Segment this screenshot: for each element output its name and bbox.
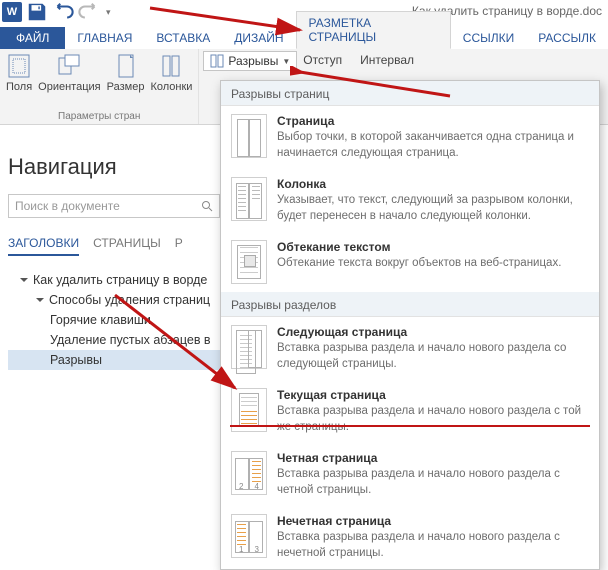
gallery-item-desc: Выбор точки, в которой заканчивается одн… xyxy=(277,130,589,161)
gallery-item-desc: Вставка разрыва раздела и начало нового … xyxy=(277,467,589,498)
columns-button[interactable]: Колонки xyxy=(150,53,192,93)
orientation-button[interactable]: Ориентация xyxy=(38,53,100,93)
icon-number: 1 xyxy=(239,545,243,554)
caret-down-icon xyxy=(20,278,28,282)
gallery-item-title: Четная страница xyxy=(277,451,589,465)
gallery-item-title: Колонка xyxy=(277,177,589,191)
tab-mailings[interactable]: РАССЫЛК xyxy=(526,27,608,49)
navigation-pane: Навигация Поиск в документе ЗАГОЛОВКИ СТ… xyxy=(8,154,220,370)
navigation-title: Навигация xyxy=(8,154,220,180)
gallery-item-next-page[interactable]: Следующая страница Вставка разрыва разде… xyxy=(221,317,599,380)
gallery-item-desc: Вставка разрыва раздела и начало нового … xyxy=(277,404,589,435)
gallery-item-odd-page[interactable]: 13 Нечетная страница Вставка разрыва раз… xyxy=(221,506,599,569)
gallery-item-continuous[interactable]: Текущая страница Вставка разрыва раздела… xyxy=(221,380,599,443)
columns-icon xyxy=(158,53,184,79)
gallery-item-title: Текущая страница xyxy=(277,388,589,402)
gallery-item-title: Нечетная страница xyxy=(277,514,589,528)
gallery-item-title: Следующая страница xyxy=(277,325,589,339)
tab-references[interactable]: ССЫЛКИ xyxy=(451,27,526,49)
nav-tab-pages[interactable]: СТРАНИЦЫ xyxy=(93,236,161,256)
icon-number: 3 xyxy=(255,545,259,554)
columns-label: Колонки xyxy=(150,81,192,93)
icon-number: 4 xyxy=(255,482,259,491)
ribbon-tabs: ФАЙЛ ГЛАВНАЯ ВСТАВКА ДИЗАЙН РАЗМЕТКА СТР… xyxy=(0,25,608,49)
continuous-icon xyxy=(231,388,267,432)
text-wrap-icon xyxy=(231,240,267,284)
icon-number: 2 xyxy=(239,482,243,491)
gallery-item-text-wrapping[interactable]: Обтекание текстом Обтекание текста вокру… xyxy=(221,232,599,292)
margins-icon xyxy=(6,53,32,79)
gallery-section-page-breaks: Разрывы страниц xyxy=(221,81,599,106)
tab-insert[interactable]: ВСТАВКА xyxy=(144,27,222,49)
gallery-item-title: Страница xyxy=(277,114,589,128)
spacing-label[interactable]: Интервал xyxy=(360,53,414,67)
search-input[interactable]: Поиск в документе xyxy=(8,194,220,218)
gallery-item-desc: Указывает, что текст, следующий за разры… xyxy=(277,193,589,224)
size-label: Размер xyxy=(107,81,145,93)
next-page-icon xyxy=(231,325,267,369)
search-icon xyxy=(201,200,213,212)
column-break-icon xyxy=(231,177,267,221)
tab-home[interactable]: ГЛАВНАЯ xyxy=(65,27,144,49)
orientation-label: Ориентация xyxy=(38,81,100,93)
odd-page-icon: 13 xyxy=(231,514,267,558)
gallery-item-title: Обтекание текстом xyxy=(277,240,561,254)
tree-item[interactable]: Как удалить страницу в ворде xyxy=(8,270,220,290)
size-icon xyxy=(113,53,139,79)
caret-down-icon xyxy=(36,298,44,302)
breaks-button[interactable]: Разрывы ▼ xyxy=(203,51,297,71)
ribbon-group-page-setup: Поля Ориентация Размер Колонки Параметры… xyxy=(0,49,199,124)
tree-item-label: Способы удаления страниц xyxy=(49,293,210,307)
orientation-icon xyxy=(56,53,82,79)
gallery-item-page[interactable]: Страница Выбор точки, в которой заканчив… xyxy=(221,106,599,169)
redo-icon[interactable] xyxy=(78,1,100,23)
tree-item[interactable]: Горячие клавиши xyxy=(8,310,220,330)
margins-label: Поля xyxy=(6,81,32,93)
breaks-label: Разрывы xyxy=(228,54,278,68)
size-button[interactable]: Размер xyxy=(107,53,145,93)
indent-label[interactable]: Отступ xyxy=(303,53,342,67)
gallery-item-even-page[interactable]: 24 Четная страница Вставка разрыва разде… xyxy=(221,443,599,506)
nav-tabs: ЗАГОЛОВКИ СТРАНИЦЫ Р xyxy=(8,236,220,256)
search-placeholder: Поиск в документе xyxy=(15,199,120,213)
gallery-item-desc: Обтекание текста вокруг объектов на веб-… xyxy=(277,256,561,272)
breaks-icon xyxy=(210,54,224,68)
tree-item-label: Как удалить страницу в ворде xyxy=(33,273,207,287)
heading-tree: Как удалить страницу в ворде Способы уда… xyxy=(8,270,220,370)
gallery-item-column[interactable]: Колонка Указывает, что текст, следующий … xyxy=(221,169,599,232)
qat-customize-icon[interactable]: ▾ xyxy=(104,7,113,18)
tree-item-selected[interactable]: Разрывы xyxy=(8,350,220,370)
quick-access-toolbar: W ▾ xyxy=(0,1,115,23)
save-icon[interactable] xyxy=(26,1,48,23)
tree-item[interactable]: Удаление пустых абзацев в xyxy=(8,330,220,350)
even-page-icon: 24 xyxy=(231,451,267,495)
page-break-icon xyxy=(231,114,267,158)
tab-file[interactable]: ФАЙЛ xyxy=(0,27,65,49)
tree-item[interactable]: Способы удаления страниц xyxy=(8,290,220,310)
margins-button[interactable]: Поля xyxy=(6,53,32,93)
gallery-item-desc: Вставка разрыва раздела и начало нового … xyxy=(277,530,589,561)
gallery-item-desc: Вставка разрыва раздела и начало нового … xyxy=(277,341,589,372)
gallery-section-section-breaks: Разрывы разделов xyxy=(221,292,599,317)
undo-icon[interactable] xyxy=(52,1,74,23)
tab-design[interactable]: ДИЗАЙН xyxy=(222,27,295,49)
nav-tab-results[interactable]: Р xyxy=(175,236,183,256)
word-app-icon[interactable]: W xyxy=(2,2,22,22)
page-setup-group-label: Параметры стран xyxy=(58,109,140,122)
breaks-dropdown: Разрывы страниц Страница Выбор точки, в … xyxy=(220,80,600,570)
tab-page-layout[interactable]: РАЗМЕТКА СТРАНИЦЫ xyxy=(296,11,451,49)
nav-tab-headings[interactable]: ЗАГОЛОВКИ xyxy=(8,236,79,256)
chevron-down-icon: ▼ xyxy=(282,57,290,66)
